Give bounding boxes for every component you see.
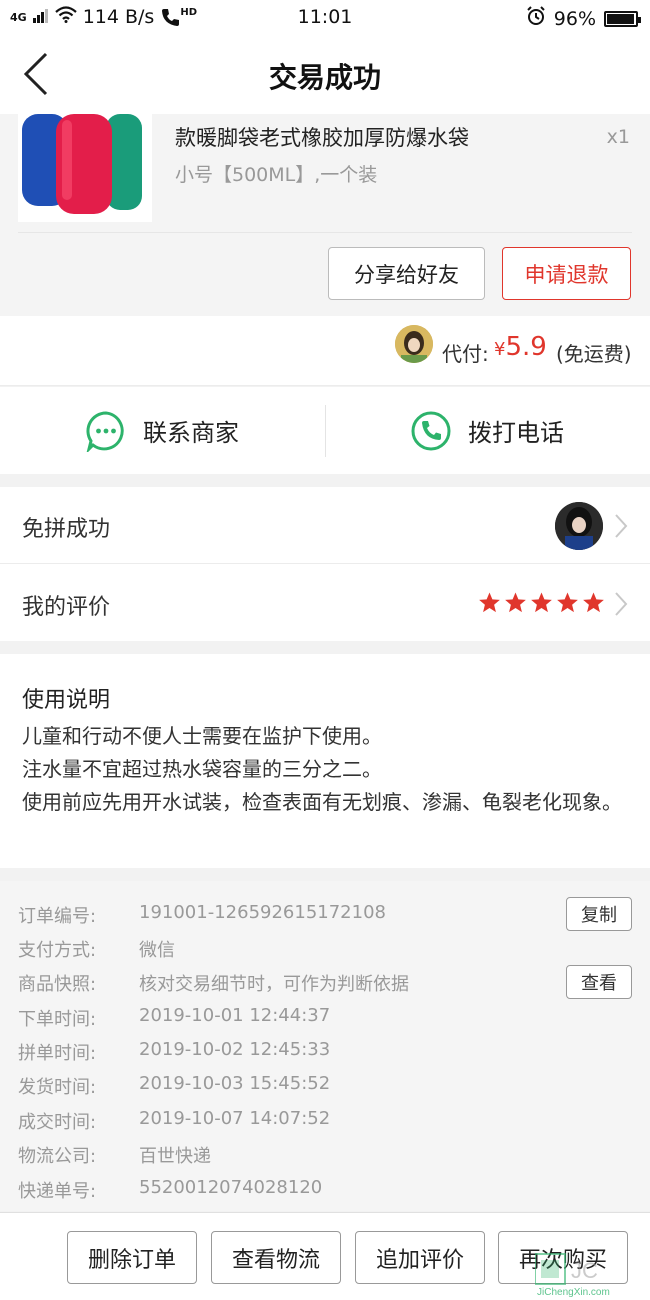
detail-key: 快递单号: [18, 1181, 97, 1202]
usage-line: 儿童和行动不便人士需要在监护下使用。 [22, 724, 382, 748]
call-phone-button[interactable]: 拨打电话 [410, 387, 564, 474]
product-quantity: x1 [606, 126, 630, 148]
detail-row: 商品快照: 核对交易细节时，可作为判断依据 [18, 970, 632, 1004]
detail-key: 物流公司: [18, 1146, 97, 1167]
payment-row: 代付: ¥5.9 (免运费) [0, 316, 650, 386]
divider [325, 405, 326, 457]
detail-key: 订单编号: [18, 906, 97, 927]
status-right: 96% [526, 6, 641, 31]
product-spec: 小号【500ML】,一个装 [175, 164, 378, 186]
divider [18, 232, 632, 233]
avatar [555, 502, 603, 550]
star-icon [505, 592, 526, 613]
order-details: 订单编号: 191001-126592615172108 复制支付方式: 微信商品快照… [0, 881, 650, 1211]
star-icon [479, 592, 500, 613]
add-review-button[interactable]: 追加评价 [355, 1231, 485, 1284]
usage-text: 儿童和行动不便人士需要在监护下使用。 注水量不宜超过热水袋容量的三分之二。使用前应… [22, 720, 634, 819]
pin-success-row[interactable]: 免拼成功 [0, 487, 650, 564]
detail-row: 物流公司: 百世快递 [18, 1142, 632, 1176]
pin-success-label: 免拼成功 [22, 517, 111, 542]
page-title: 交易成功 [268, 61, 381, 94]
payment-label: 代付: [442, 342, 489, 366]
nav-bar: 交易成功 [0, 36, 650, 114]
phone-icon [411, 411, 451, 450]
delete-order-button[interactable]: 删除订单 [67, 1231, 197, 1284]
detail-row: 订单编号: 191001-126592615172108 [18, 902, 632, 936]
star-icon [583, 592, 604, 613]
chat-icon [86, 410, 124, 452]
star-icon [531, 592, 552, 613]
refund-button[interactable]: 申请退款 [502, 247, 631, 300]
detail-value: 百世快递 [139, 1146, 211, 1167]
product-card: 款暖脚袋老式橡胶加厚防爆水袋 小号【500ML】,一个装 x1 分享给好友 申请… [0, 114, 650, 316]
detail-value: 5520012074028120 [139, 1177, 323, 1198]
detail-row: 下单时间: 2019-10-01 12:44:37 [18, 1005, 632, 1039]
detail-row: 拼单时间: 2019-10-02 12:45:33 [18, 1039, 632, 1073]
currency-symbol: ¥ [494, 339, 506, 360]
shipping-note: (免运费) [556, 342, 632, 366]
site-watermark: JC JiChengXin.com [534, 1252, 647, 1298]
status-bar: 4G 114 B/s HD 11:01 96% [0, 0, 650, 36]
detail-row: 快递单号: 5520012074028120 [18, 1177, 632, 1211]
info-list: 免拼成功 我的评价 [0, 487, 650, 641]
usage-line: 使用前应先用开水试装，检查表面有无划痕、渗漏、龟裂老化现象。 [22, 790, 622, 814]
payment-amount: ¥5.9 [494, 332, 547, 362]
detail-value: 2019-10-02 12:45:33 [139, 1039, 331, 1060]
battery-icon [604, 10, 641, 27]
detail-row: 支付方式: 微信 [18, 936, 632, 970]
product-image[interactable] [18, 114, 152, 222]
alarm-icon [526, 6, 546, 31]
star-icon [557, 592, 578, 613]
battery-fill [607, 13, 634, 24]
detail-value: 191001-126592615172108 [139, 902, 386, 923]
payer-avatar [395, 325, 433, 363]
view-snapshot-button[interactable]: 查看 [566, 965, 632, 999]
battery-percent: 96% [553, 7, 596, 30]
my-review-row[interactable]: 我的评价 [0, 565, 650, 642]
copy-order-number-button[interactable]: 复制 [566, 897, 632, 931]
detail-value: 微信 [139, 940, 175, 961]
rating-stars [478, 591, 605, 614]
detail-key: 成交时间: [18, 1112, 97, 1133]
usage-instructions: 使用说明 儿童和行动不便人士需要在监护下使用。 注水量不宜超过热水袋容量的三分之二… [0, 654, 650, 868]
detail-key: 支付方式: [18, 940, 97, 961]
detail-key: 下单时间: [18, 1009, 97, 1030]
detail-key: 拼单时间: [18, 1043, 97, 1064]
contact-merchant-label: 联系商家 [143, 419, 239, 447]
detail-row: 发货时间: 2019-10-03 15:45:52 [18, 1073, 632, 1107]
amount-value: 5.9 [505, 332, 547, 362]
detail-key: 发货时间: [18, 1077, 97, 1098]
detail-row: 成交时间: 2019-10-07 14:07:52 [18, 1108, 632, 1142]
chevron-right-icon [615, 592, 628, 616]
chevron-right-icon [615, 514, 628, 538]
usage-line: 注水量不宜超过热水袋容量的三分之二。 [22, 757, 382, 781]
my-review-label: 我的评价 [22, 595, 111, 620]
usage-title: 使用说明 [22, 688, 111, 713]
svg-text:JC: JC [571, 1258, 598, 1283]
detail-value: 核对交易细节时，可作为判断依据 [139, 974, 409, 995]
detail-key: 商品快照: [18, 974, 97, 995]
call-phone-label: 拨打电话 [468, 419, 564, 447]
contact-row: 联系商家 拨打电话 [0, 387, 650, 474]
share-button[interactable]: 分享给好友 [328, 247, 485, 300]
detail-value: 2019-10-01 12:44:37 [139, 1005, 331, 1026]
contact-merchant-button[interactable]: 联系商家 [85, 387, 239, 474]
detail-value: 2019-10-03 15:45:52 [139, 1073, 331, 1094]
product-name[interactable]: 款暖脚袋老式橡胶加厚防爆水袋 [175, 122, 469, 152]
watermark-text: JiChengXin.com [537, 1287, 610, 1298]
detail-value: 2019-10-07 14:07:52 [139, 1108, 331, 1129]
view-logistics-button[interactable]: 查看物流 [211, 1231, 341, 1284]
